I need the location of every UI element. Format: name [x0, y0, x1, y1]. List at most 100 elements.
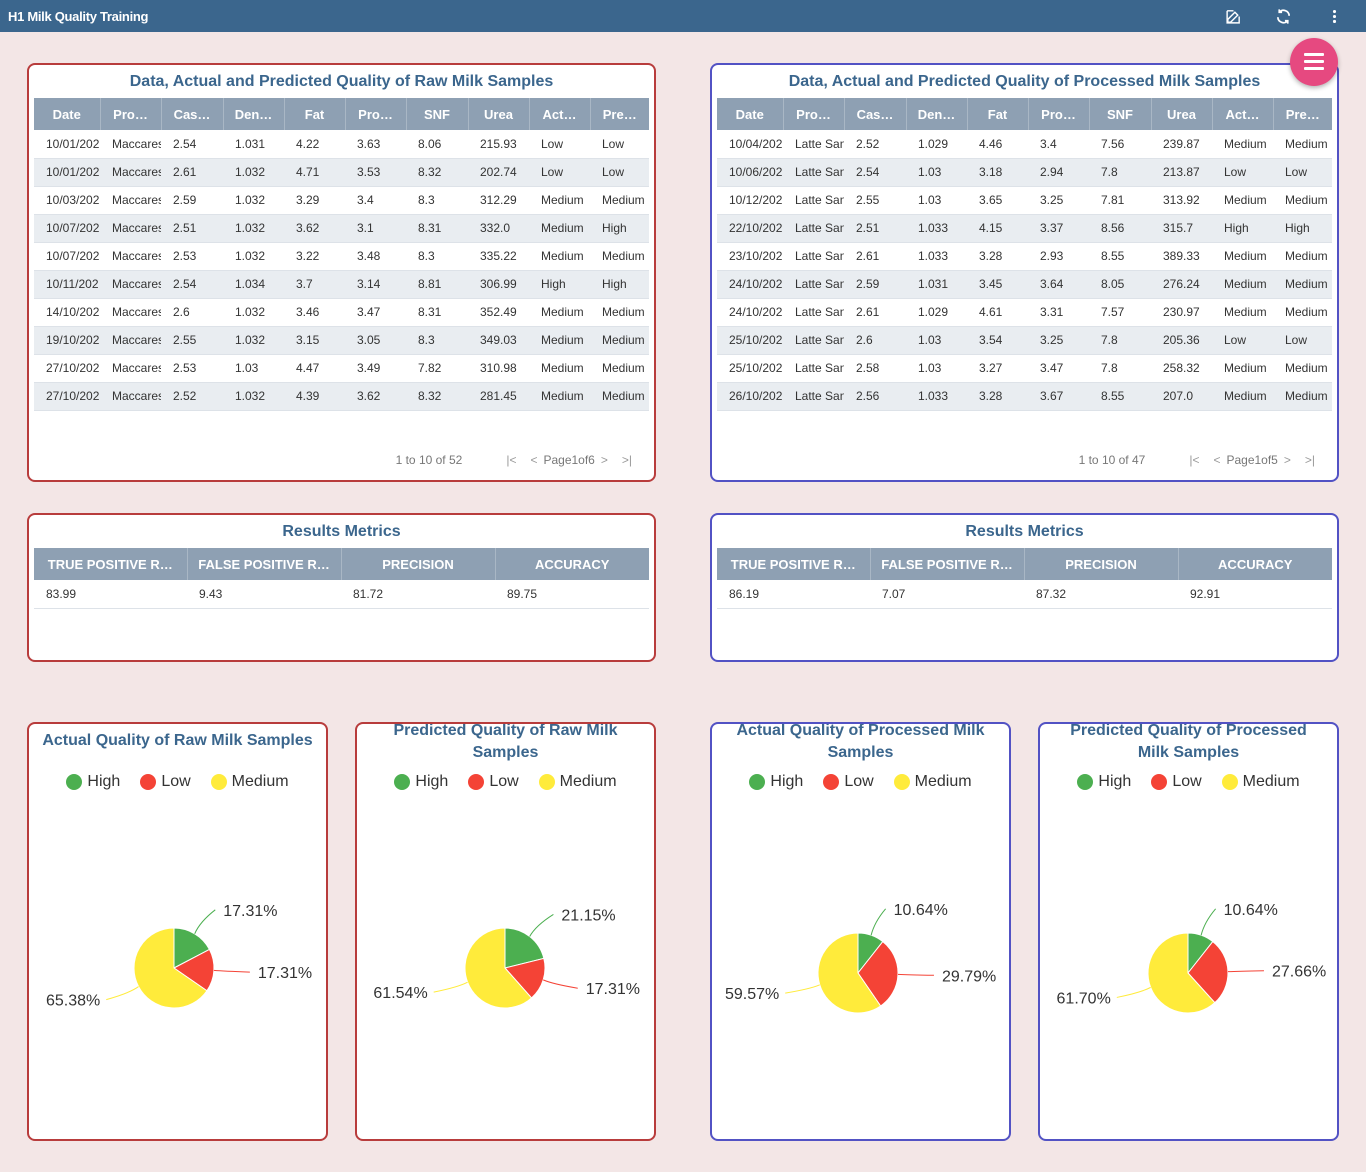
table-row[interactable]: 10/12/202 Latte San 2.55 1.03 3.65 3.25 7.81 31…	[717, 186, 1332, 215]
table-cell: 1.032	[223, 298, 284, 327]
column-header[interactable]: Pro…	[100, 98, 162, 130]
table-row[interactable]: 25/10/202 Latte San 2.58 1.03 3.27 3.47 7.8 258…	[717, 354, 1332, 383]
column-header[interactable]: SNF	[1089, 98, 1152, 130]
table-cell: Latte San	[783, 270, 844, 299]
table-cell: 3.47	[345, 298, 406, 327]
column-header[interactable]: ACCURACY	[495, 548, 649, 580]
leader-line	[1200, 908, 1217, 936]
table-cell: Latte San	[783, 354, 844, 383]
table-row[interactable]: 10/01/202 Maccares 2.61 1.032 4.71 3.53 8.32 20…	[34, 158, 649, 187]
table-row[interactable]: 10/11/202 Maccares 2.54 1.034 3.7 3.14 8.81 306…	[34, 270, 649, 299]
prev-page-icon[interactable]: <	[530, 453, 537, 467]
column-header[interactable]: TRUE POSITIVE R…	[717, 548, 871, 580]
refresh-icon[interactable]	[1273, 6, 1293, 26]
column-header[interactable]: Act…	[529, 98, 591, 130]
table-cell: 8.81	[406, 270, 468, 299]
page-indicator: Page1of6	[543, 453, 595, 467]
table-cell: 4.47	[284, 354, 345, 383]
column-header[interactable]: FALSE POSITIVE R…	[870, 548, 1025, 580]
column-header[interactable]: PRECISION	[341, 548, 496, 580]
column-header[interactable]: ACCURACY	[1178, 548, 1332, 580]
column-header[interactable]: Date	[34, 98, 101, 130]
pie-chart: 10.64% 29.79% 59.57%	[725, 902, 996, 1014]
column-header[interactable]: Fat	[284, 98, 346, 130]
leader-line	[433, 981, 468, 993]
table-cell: 4.39	[284, 382, 345, 411]
table-row[interactable]: 19/10/202 Maccares 2.55 1.032 3.15 3.05 8.3 349…	[34, 326, 649, 355]
table-cell: 2.52	[161, 382, 223, 411]
hamburger-menu-icon[interactable]	[1290, 38, 1338, 86]
table-cell: 3.22	[284, 242, 345, 271]
table-row[interactable]: 26/10/202 Latte San 2.56 1.033 3.28 3.67 8.55 2…	[717, 382, 1332, 411]
table-row[interactable]: 10/01/202 Maccares 2.54 1.031 4.22 3.63 8.06 21…	[34, 130, 649, 159]
table-cell: 2.54	[844, 158, 906, 187]
table-cell: 1.032	[223, 326, 284, 355]
raw-predicted-pie-panel: Predicted Quality of Raw Milk Samples Hi…	[355, 722, 656, 1141]
column-header[interactable]: Cas…	[161, 98, 224, 130]
last-page-icon[interactable]: >|	[622, 453, 632, 467]
table-cell: High	[1273, 214, 1332, 243]
column-header[interactable]: Fat	[967, 98, 1029, 130]
table-row[interactable]: 22/10/202 Latte San 2.51 1.033 4.15 3.37 8.56 3…	[717, 214, 1332, 243]
column-header[interactable]: Den…	[223, 98, 285, 130]
next-page-icon[interactable]: >	[1284, 453, 1291, 467]
column-header[interactable]: Pro…	[345, 98, 407, 130]
column-header[interactable]: Urea	[1151, 98, 1213, 130]
processed-metrics-panel: Results Metrics TRUE POSITIVE R… FALSE PO…	[710, 513, 1339, 662]
column-header[interactable]: Pro…	[783, 98, 845, 130]
table-cell: 352.49	[468, 298, 529, 327]
more-vert-icon[interactable]	[1324, 6, 1344, 26]
leader-line	[1116, 986, 1151, 998]
prev-page-icon[interactable]: <	[1213, 453, 1220, 467]
column-header[interactable]: Date	[717, 98, 784, 130]
column-header[interactable]: FALSE POSITIVE R…	[187, 548, 342, 580]
table-row[interactable]: 25/10/202 Latte San 2.6 1.03 3.54 3.25 7.8 205.…	[717, 326, 1332, 355]
table-cell: 313.92	[1151, 186, 1212, 215]
table-row[interactable]: 24/10/202 Latte San 2.59 1.031 3.45 3.64 8.05 2…	[717, 270, 1332, 299]
table-cell: 3.49	[345, 354, 406, 383]
table-cell: 3.31	[1028, 298, 1089, 327]
table-row[interactable]: 24/10/202 Latte San 2.61 1.029 4.61 3.31 7.57 2…	[717, 298, 1332, 327]
edit-icon[interactable]	[1223, 6, 1243, 26]
column-header[interactable]: TRUE POSITIVE R…	[34, 548, 188, 580]
table-cell: Medium	[529, 242, 590, 271]
pie-data-label: 27.66%	[1272, 964, 1326, 981]
table-cell: 1.033	[906, 382, 967, 411]
table-row[interactable]: 23/10/202 Latte San 2.61 1.033 3.28 2.93 8.55 3…	[717, 242, 1332, 271]
raw-data-title: Data, Actual and Predicted Quality of Ra…	[129, 73, 554, 90]
table-cell: 2.55	[844, 186, 906, 215]
table-cell: 1.033	[906, 214, 967, 243]
table-row[interactable]: 27/10/202 Maccares 2.52 1.032 4.39 3.62 8.32 28…	[34, 382, 649, 411]
column-header[interactable]: Pre…	[590, 98, 649, 130]
first-page-icon[interactable]: |<	[1189, 453, 1199, 467]
last-page-icon[interactable]: >|	[1305, 453, 1315, 467]
table-cell: 3.48	[345, 242, 406, 271]
table-row[interactable]: 10/04/202 Latte San 2.52 1.029 4.46 3.4 7.56 23…	[717, 130, 1332, 159]
table-row[interactable]: 10/07/202 Maccares 2.51 1.032 3.62 3.1 8.31 332…	[34, 214, 649, 243]
table-cell: 8.31	[406, 214, 468, 243]
column-header[interactable]: Cas…	[844, 98, 907, 130]
column-header[interactable]: Pro…	[1028, 98, 1090, 130]
table-cell: Medium	[1273, 382, 1332, 411]
column-header[interactable]: Act…	[1212, 98, 1274, 130]
first-page-icon[interactable]: |<	[506, 453, 516, 467]
leader-line	[785, 984, 820, 994]
column-header[interactable]: SNF	[406, 98, 469, 130]
column-header[interactable]: Den…	[906, 98, 968, 130]
table-cell: 310.98	[468, 354, 529, 383]
table-row[interactable]: 14/10/202 Maccares 2.6 1.032 3.46 3.47 8.31 352…	[34, 298, 649, 327]
table-row[interactable]: 10/07/202 Maccares 2.53 1.032 3.22 3.48 8.3 335…	[34, 242, 649, 271]
table-cell: 2.52	[844, 130, 906, 159]
table-cell: Maccares	[100, 354, 161, 383]
table-cell: 213.87	[1151, 158, 1212, 187]
table-row[interactable]: 27/10/202 Maccares 2.53 1.03 4.47 3.49 7.82 310…	[34, 354, 649, 383]
column-header[interactable]: Urea	[468, 98, 530, 130]
leader-line	[1227, 970, 1264, 973]
column-header[interactable]: PRECISION	[1024, 548, 1179, 580]
table-row[interactable]: 10/03/202 Maccares 2.59 1.032 3.29 3.4 8.3 312.…	[34, 186, 649, 215]
table-cell: 7.57	[1089, 298, 1151, 327]
next-page-icon[interactable]: >	[601, 453, 608, 467]
table-cell: 25/10/202	[717, 354, 783, 383]
column-header[interactable]: Pre…	[1273, 98, 1332, 130]
table-row[interactable]: 10/06/202 Latte San 2.54 1.03 3.18 2.94 7.8 213…	[717, 158, 1332, 187]
